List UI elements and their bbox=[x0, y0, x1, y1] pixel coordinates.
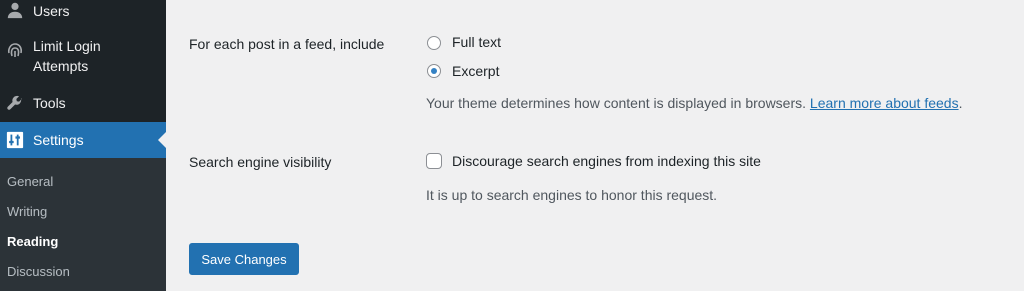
excerpt-radio[interactable] bbox=[427, 64, 441, 78]
feed-description: Your theme determines how content is dis… bbox=[426, 95, 962, 111]
search-visibility-label: Search engine visibility bbox=[189, 154, 332, 170]
menu-item-label: Users bbox=[33, 3, 70, 19]
submenu-item-reading[interactable]: Reading bbox=[7, 234, 58, 249]
learn-more-feeds-link[interactable]: Learn more about feeds bbox=[810, 95, 959, 111]
feed-description-text: Your theme determines how content is dis… bbox=[426, 95, 807, 111]
full-text-label[interactable]: Full text bbox=[452, 34, 501, 50]
menu-item-tools[interactable]: Tools bbox=[0, 92, 166, 114]
users-icon bbox=[5, 0, 25, 20]
menu-item-limit-login-attempts[interactable]: Limit Login Attempts bbox=[0, 36, 166, 80]
menu-item-label: Tools bbox=[33, 95, 66, 111]
discourage-search-checkbox[interactable] bbox=[426, 153, 442, 169]
settings-sliders-icon bbox=[5, 130, 25, 150]
discourage-search-label[interactable]: Discourage search engines from indexing … bbox=[452, 153, 761, 169]
search-visibility-description: It is up to search engines to honor this… bbox=[426, 187, 718, 203]
menu-item-label: Settings bbox=[33, 132, 84, 148]
menu-item-settings[interactable]: Settings bbox=[0, 122, 166, 158]
fingerprint-icon bbox=[5, 40, 25, 60]
submenu-item-discussion[interactable]: Discussion bbox=[7, 264, 70, 279]
settings-submenu: General Writing Reading Discussion bbox=[0, 158, 166, 291]
excerpt-label[interactable]: Excerpt bbox=[452, 63, 499, 79]
menu-item-users[interactable]: Users bbox=[0, 0, 166, 22]
menu-item-label: Limit Login Attempts bbox=[33, 38, 101, 74]
submenu-item-writing[interactable]: Writing bbox=[7, 204, 47, 219]
feed-description-end: . bbox=[958, 95, 963, 111]
wrench-icon bbox=[5, 93, 25, 113]
feed-content-label: For each post in a feed, include bbox=[189, 36, 385, 52]
admin-sidebar: Users Limit Login Attempts Tools Setting… bbox=[0, 0, 166, 291]
submenu-item-general[interactable]: General bbox=[7, 174, 53, 189]
save-changes-button[interactable]: Save Changes bbox=[189, 243, 299, 275]
full-text-radio[interactable] bbox=[427, 36, 441, 50]
